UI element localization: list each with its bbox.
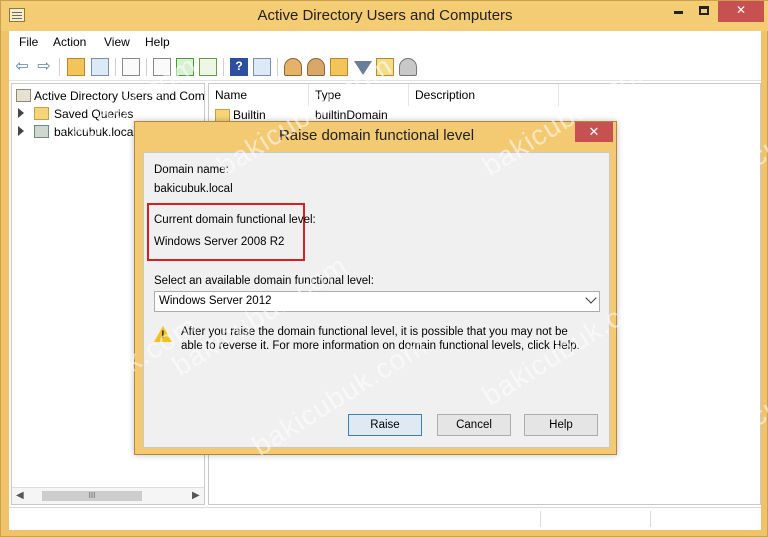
minimize-icon [673, 11, 683, 14]
menu-help[interactable]: Help [145, 35, 170, 49]
row-name: Builtin [233, 108, 266, 122]
menu-action[interactable]: Action [53, 35, 86, 49]
domain-icon [34, 125, 49, 138]
new-group-icon[interactable] [307, 58, 325, 76]
select-level-label: Select an available domain functional le… [154, 275, 374, 287]
new-ou-icon[interactable] [330, 58, 348, 76]
find-icon[interactable] [376, 58, 394, 76]
copy-icon[interactable] [153, 58, 171, 76]
domain-name-label: Domain name: [154, 164, 229, 176]
raise-button[interactable]: Raise [348, 414, 422, 436]
tree-item-label: Active Directory Users and Com [34, 89, 204, 103]
status-cell [650, 511, 760, 527]
show-hide-tree-icon[interactable] [91, 58, 109, 76]
current-level-value: Windows Server 2008 R2 [154, 236, 285, 248]
warning-icon: ! [154, 326, 172, 342]
maximize-icon [699, 6, 709, 15]
expand-icon[interactable] [18, 126, 24, 136]
tree-item-root[interactable]: Active Directory Users and Com [12, 87, 204, 105]
highlight-box [147, 203, 305, 261]
select-value: Windows Server 2012 [159, 295, 272, 307]
ad-console-icon [16, 89, 31, 102]
toolbar: ⇦ ⇨ ? [9, 53, 761, 81]
chevron-down-icon[interactable] [585, 292, 597, 304]
column-header-description[interactable]: Description [409, 84, 559, 106]
dialog-close-button[interactable]: ✕ [575, 122, 613, 142]
status-cell [540, 511, 650, 527]
help-button[interactable]: Help [524, 414, 598, 436]
functional-level-select[interactable]: Windows Server 2012 [154, 291, 600, 312]
domain-name-value: bakicubuk.local [154, 183, 233, 195]
menu-file[interactable]: File [19, 35, 38, 49]
delegate-icon[interactable] [399, 58, 417, 76]
menu-bar: File Action View Help [9, 31, 761, 53]
dialog-title: Raise domain functional level [278, 127, 475, 144]
tree-item-label: Saved Queries [54, 107, 134, 121]
maximize-button[interactable] [691, 1, 717, 22]
export-icon[interactable] [199, 58, 217, 76]
raise-level-dialog: Raise domain functional level ✕ Domain n… [134, 121, 617, 455]
up-folder-icon[interactable] [67, 58, 85, 76]
forward-arrow-icon[interactable]: ⇨ [35, 58, 53, 76]
dialog-body: Domain name: bakicubuk.local Current dom… [143, 152, 610, 448]
tree-horizontal-scrollbar[interactable]: ◀ III ▶ [12, 487, 204, 504]
tree-item-label: bakicubuk.local [54, 125, 137, 139]
close-button[interactable]: ✕ [718, 1, 764, 22]
row-type: builtinDomain [315, 108, 388, 122]
status-bar [9, 507, 761, 529]
menu-view[interactable]: View [104, 35, 130, 49]
refresh-icon[interactable] [176, 58, 194, 76]
window-title: Active Directory Users and Computers [257, 7, 513, 24]
cancel-button[interactable]: Cancel [437, 414, 511, 436]
scroll-right-icon[interactable]: ▶ [192, 490, 200, 501]
help-icon[interactable]: ? [230, 58, 248, 76]
expand-icon[interactable] [18, 108, 24, 118]
title-bar: Active Directory Users and Computers ✕ [1, 1, 768, 31]
scroll-left-icon[interactable]: ◀ [16, 490, 24, 501]
minimize-button[interactable] [665, 1, 691, 22]
column-header-name[interactable]: Name [209, 84, 309, 106]
new-user-icon[interactable] [284, 58, 302, 76]
properties-icon[interactable] [122, 58, 140, 76]
scroll-thumb[interactable]: III [42, 491, 142, 501]
current-level-label: Current domain functional level: [154, 214, 316, 226]
column-header-type[interactable]: Type [309, 84, 409, 106]
warning-text: After you raise the domain functional le… [181, 326, 580, 352]
filter-icon[interactable] [354, 61, 372, 75]
folder-icon [34, 107, 49, 120]
back-arrow-icon[interactable]: ⇦ [13, 58, 31, 76]
console-icon[interactable] [253, 58, 271, 76]
